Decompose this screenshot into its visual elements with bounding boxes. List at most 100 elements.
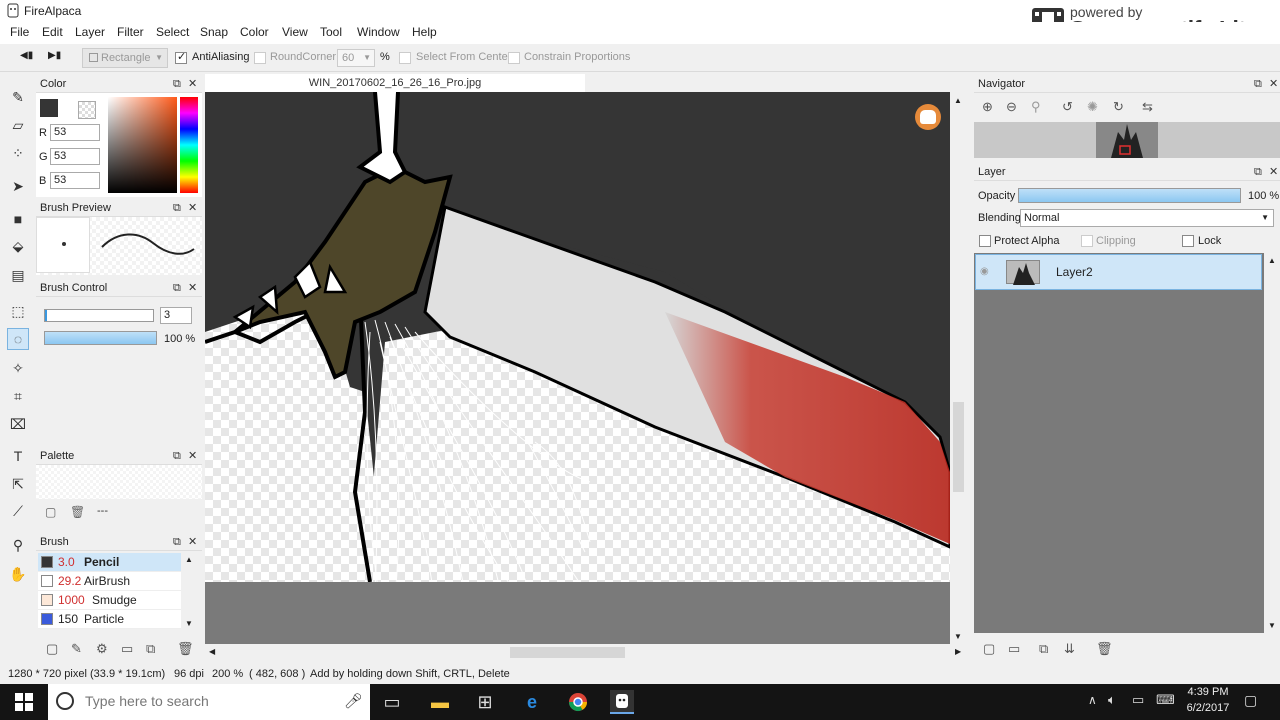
task-view-icon[interactable]: ▭ bbox=[380, 690, 404, 714]
rotate-reset-icon[interactable]: ✺ bbox=[1087, 99, 1098, 115]
canvas-tab[interactable]: WIN_20170602_16_26_16_Pro.jpg bbox=[205, 74, 585, 92]
network-icon[interactable]: ▭ bbox=[1132, 692, 1144, 708]
brush-size-slider[interactable] bbox=[44, 309, 154, 322]
keyboard-icon[interactable]: ⌨ bbox=[1156, 692, 1175, 708]
delete-brush-icon[interactable]: 🗑 bbox=[177, 641, 194, 657]
brush-folder-icon[interactable]: ▭ bbox=[121, 641, 133, 657]
undock-icon[interactable]: ⧉ bbox=[173, 533, 181, 551]
select-eraser-tool-icon[interactable]: ⌧ bbox=[7, 413, 29, 435]
undock-icon[interactable]: ⧉ bbox=[173, 279, 181, 297]
constrain-checkbox[interactable] bbox=[508, 52, 520, 64]
new-layer-icon[interactable]: ▢ bbox=[983, 641, 995, 657]
brush-settings-icon[interactable]: ⚙ bbox=[96, 641, 108, 657]
eye-icon[interactable]: ◉ bbox=[980, 266, 989, 277]
volume-icon[interactable]: 🔈︎ bbox=[1108, 692, 1116, 708]
shape-select[interactable]: Rectangle ▼ bbox=[82, 48, 168, 68]
eyedropper-tool-icon[interactable]: ⚲ bbox=[7, 534, 29, 556]
menu-snap[interactable]: Snap bbox=[200, 25, 228, 39]
layer-list-scrollbar[interactable]: ▲ ▼ bbox=[1264, 253, 1280, 633]
layer-row[interactable]: ◉ Layer2 bbox=[975, 254, 1262, 290]
r-input[interactable]: 53 bbox=[50, 124, 100, 141]
lasso-tool-icon[interactable]: ◌ bbox=[7, 328, 29, 350]
rotate-left-icon[interactable]: ↺ bbox=[1062, 99, 1073, 115]
bucket-tool-icon[interactable]: ⬙ bbox=[7, 235, 29, 257]
hscroll-thumb[interactable] bbox=[510, 647, 625, 658]
magic-wand-tool-icon[interactable]: ✧ bbox=[7, 357, 29, 379]
antialiasing-checkbox[interactable] bbox=[175, 50, 187, 64]
menu-tool[interactable]: Tool bbox=[320, 25, 342, 39]
select-from-center-checkbox[interactable] bbox=[399, 52, 411, 64]
close-icon[interactable]: ✕ bbox=[1269, 163, 1278, 181]
vscroll-thumb[interactable] bbox=[953, 402, 964, 492]
menu-file[interactable]: File bbox=[10, 25, 29, 39]
brush-opacity-slider[interactable] bbox=[44, 331, 157, 345]
undock-icon[interactable]: ⧉ bbox=[1254, 75, 1262, 93]
select-pen-tool-icon[interactable]: ⌗ bbox=[7, 385, 29, 407]
menu-filter[interactable]: Filter bbox=[117, 25, 144, 39]
gradient-tool-icon[interactable]: ▤ bbox=[7, 264, 29, 286]
zoom-in-icon[interactable]: ⊕ bbox=[982, 99, 993, 115]
notifications-icon[interactable]: ▢ bbox=[1244, 692, 1257, 709]
chevron-down-icon[interactable]: ▼ bbox=[1268, 621, 1276, 630]
brush-item-pencil[interactable]: 3.0 Pencil bbox=[38, 553, 181, 572]
blending-select[interactable]: Normal ▼ bbox=[1020, 209, 1274, 227]
secondary-color-swatch[interactable] bbox=[78, 101, 96, 119]
delete-palette-icon[interactable]: 🗑 bbox=[70, 505, 85, 519]
chrome-icon[interactable] bbox=[566, 690, 590, 714]
chevron-up-icon[interactable]: ▲ bbox=[1268, 256, 1276, 265]
zoom-out-icon[interactable]: ⊖ bbox=[1006, 99, 1017, 115]
new-brush-icon[interactable]: ▢ bbox=[46, 641, 58, 657]
duplicate-brush-icon[interactable]: ⧉ bbox=[146, 641, 155, 657]
firealpaca-taskbar-icon[interactable] bbox=[610, 690, 634, 714]
palette-swatches[interactable] bbox=[36, 465, 202, 499]
b-input[interactable]: 53 bbox=[50, 172, 100, 189]
zoom-reset-icon[interactable]: ⚲ bbox=[1031, 99, 1041, 115]
menu-help[interactable]: Help bbox=[412, 25, 437, 39]
move-tool-icon[interactable]: ➤ bbox=[7, 175, 29, 197]
tray-time[interactable]: 4:39 PM bbox=[1183, 686, 1233, 698]
rotate-right-icon[interactable]: ↻ bbox=[1113, 99, 1124, 115]
chevron-left-icon[interactable]: ◀ bbox=[209, 647, 215, 656]
edit-brush-icon[interactable]: ✎ bbox=[71, 641, 82, 657]
roundcorner-checkbox[interactable] bbox=[254, 52, 266, 64]
menu-edit[interactable]: Edit bbox=[42, 25, 63, 39]
close-icon[interactable]: ✕ bbox=[188, 199, 197, 217]
close-icon[interactable]: ✕ bbox=[1269, 75, 1278, 93]
protect-alpha-checkbox[interactable] bbox=[979, 235, 991, 247]
roundcorner-value-input[interactable]: 60 ▼ bbox=[337, 49, 375, 67]
pen-tool-icon[interactable]: ✎ bbox=[7, 86, 29, 108]
undock-icon[interactable]: ⧉ bbox=[173, 447, 181, 465]
microphone-icon[interactable]: 🎤︎ bbox=[344, 692, 363, 710]
primary-color-swatch[interactable] bbox=[40, 99, 58, 117]
brush-list-scrollbar[interactable]: ▲ ▼ bbox=[182, 553, 198, 631]
brush-item-smudge[interactable]: 1000 Smudge bbox=[38, 591, 181, 610]
close-icon[interactable]: ✕ bbox=[188, 447, 197, 465]
tray-date[interactable]: 6/2/2017 bbox=[1180, 702, 1236, 714]
menu-layer[interactable]: Layer bbox=[75, 25, 105, 39]
chevron-down-icon[interactable]: ▼ bbox=[185, 619, 193, 628]
close-icon[interactable]: ✕ bbox=[188, 533, 197, 551]
new-palette-icon[interactable]: ▢ bbox=[45, 505, 56, 519]
lock-checkbox[interactable] bbox=[1182, 235, 1194, 247]
operation-tool-icon[interactable]: ⇱ bbox=[7, 473, 29, 495]
hue-slider[interactable] bbox=[180, 97, 198, 193]
fill-rect-tool-icon[interactable]: ■ bbox=[7, 208, 29, 230]
clipping-checkbox[interactable] bbox=[1081, 235, 1093, 247]
undock-icon[interactable]: ⧉ bbox=[173, 75, 181, 93]
g-input[interactable]: 53 bbox=[50, 148, 100, 165]
brush-item-airbrush[interactable]: 29.2 AirBrush bbox=[38, 572, 181, 591]
brush-item-particle[interactable]: 150 Particle bbox=[38, 610, 181, 629]
brush-size-input[interactable]: 3 bbox=[160, 307, 192, 324]
canvas-horizontal-scrollbar[interactable]: ◀ ▶ bbox=[205, 644, 965, 661]
new-folder-icon[interactable]: ▭ bbox=[1008, 641, 1020, 657]
store-icon[interactable]: ⊞ bbox=[473, 690, 497, 714]
undock-icon[interactable]: ⧉ bbox=[1254, 163, 1262, 181]
close-icon[interactable]: ✕ bbox=[188, 279, 197, 297]
menu-select[interactable]: Select bbox=[156, 25, 189, 39]
chevron-right-icon[interactable]: ▶ bbox=[955, 647, 961, 656]
canvas-vertical-scrollbar[interactable]: ▲ ▼ bbox=[950, 92, 967, 644]
divide-tool-icon[interactable]: ⟋ bbox=[7, 500, 29, 522]
close-icon[interactable]: ✕ bbox=[188, 75, 197, 93]
canvas[interactable] bbox=[205, 92, 950, 644]
layer-opacity-slider[interactable] bbox=[1018, 188, 1241, 203]
